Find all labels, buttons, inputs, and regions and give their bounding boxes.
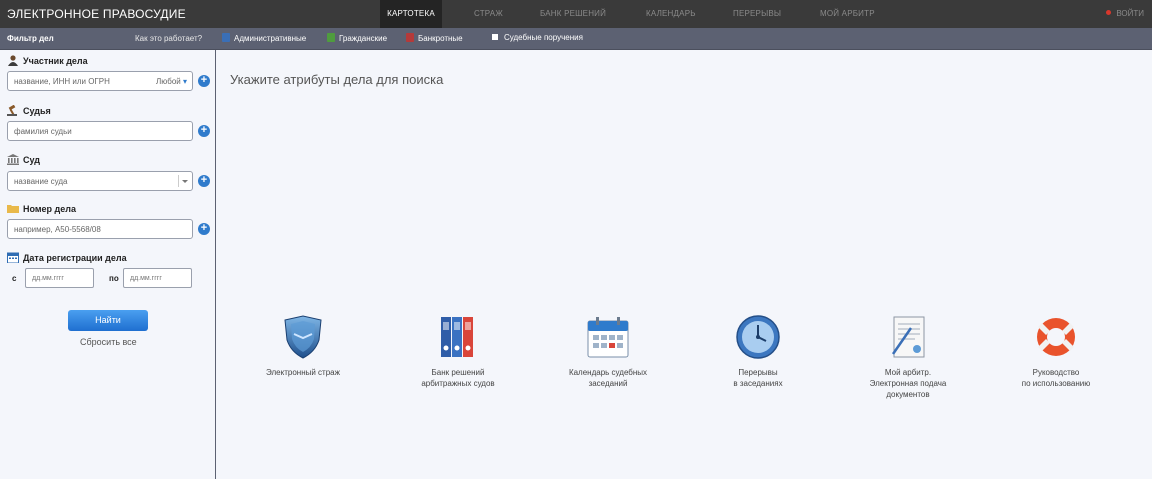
login-label: ВОЙТИ	[1116, 9, 1144, 18]
date-from-input[interactable]: дд.мм.гггг	[25, 268, 94, 288]
judge-section: Судья	[7, 104, 51, 116]
participant-input[interactable]: название, ИНН или ОГРН Любой ▾	[7, 71, 193, 91]
case-type-label: Гражданские	[339, 34, 388, 43]
courthouse-icon	[7, 154, 19, 165]
court-select[interactable]: название суда	[7, 171, 193, 191]
service-my-arbiter[interactable]: Мой арбитр. Электронная подача документо…	[843, 314, 973, 400]
service-breaks[interactable]: Перерывы в заседаниях	[693, 314, 823, 389]
date-to-input[interactable]: дд.мм.гггг	[123, 268, 192, 288]
case-number-input[interactable]: например, А50-5568/08	[7, 219, 193, 239]
binders-icon	[435, 314, 481, 360]
service-label: Руководство по использованию	[1021, 368, 1091, 388]
case-number-placeholder: например, А50-5568/08	[14, 225, 101, 234]
court-orders-checkbox-icon	[492, 34, 498, 40]
shield-icon	[280, 314, 326, 360]
case-type-label: Банкротные	[418, 34, 463, 43]
judge-placeholder: фамилия судьи	[14, 127, 72, 136]
service-label: Электронный страж	[266, 368, 340, 377]
administrative-checkbox-icon	[222, 33, 230, 42]
calendar-icon	[585, 314, 631, 360]
brand-title[interactable]: ЭЛЕКТРОННОЕ ПРАВОСУДИЕ	[7, 7, 186, 21]
judge-label: Судья	[23, 106, 51, 116]
case-type-bankruptcy[interactable]: Банкротные	[406, 33, 463, 43]
case-type-administrative[interactable]: Административные	[222, 33, 306, 43]
document-icon	[885, 314, 931, 360]
calendar-small-icon	[7, 252, 19, 264]
clock-icon	[735, 314, 781, 360]
service-decisions-bank[interactable]: Банк решений арбитражных судов	[393, 314, 523, 389]
service-hearing-calendar[interactable]: Календарь судебных заседаний	[543, 314, 673, 389]
person-icon	[8, 55, 18, 66]
lifebuoy-icon	[1033, 314, 1079, 360]
find-button[interactable]: Найти	[68, 310, 148, 331]
service-label: Календарь судебных заседаний	[568, 368, 648, 388]
filter-title: Фильтр дел	[7, 34, 54, 43]
reg-date-section: Дата регистрации дела	[7, 252, 127, 264]
participant-mode-value: Любой	[156, 77, 181, 86]
gavel-icon	[7, 104, 17, 116]
login-link[interactable]: ВОЙТИ	[1106, 0, 1144, 28]
chevron-down-icon: ▾	[182, 77, 187, 86]
service-label: Банк решений арбитражных судов	[421, 368, 495, 388]
filter-bar: Фильтр дел Как это работает? Администрат…	[0, 28, 1152, 50]
add-participant-button[interactable]: +	[198, 75, 210, 87]
participant-label: Участник дела	[23, 56, 88, 66]
participant-mode-select[interactable]: Любой ▾	[156, 77, 187, 86]
case-type-label: Судебные поручения	[504, 33, 583, 42]
participant-placeholder: название, ИНН или ОГРН	[14, 77, 110, 86]
court-section: Суд	[7, 154, 40, 165]
folder-icon	[7, 205, 19, 213]
add-case-number-button[interactable]: +	[198, 223, 210, 235]
reg-date-label: Дата регистрации дела	[23, 253, 127, 263]
civil-checkbox-icon	[327, 33, 335, 42]
service-label: Перерывы в заседаниях	[733, 368, 783, 388]
service-electronic-guard[interactable]: Электронный страж	[238, 314, 368, 378]
participant-section: Участник дела	[7, 55, 88, 66]
case-type-civil[interactable]: Гражданские	[327, 33, 387, 43]
dropdown-arrow-icon[interactable]	[178, 175, 189, 187]
date-from-label: с	[12, 274, 17, 283]
service-user-guide[interactable]: Руководство по использованию	[991, 314, 1121, 389]
nav-item-moy-arbitr[interactable]: МОЙ АРБИТР	[820, 0, 875, 28]
service-label: Мой арбитр. Электронная подача документо…	[869, 368, 947, 399]
case-number-section: Номер дела	[7, 203, 76, 214]
top-navbar: ЭЛЕКТРОННОЕ ПРАВОСУДИЕ КАРТОТЕКА СТРАЖ Б…	[0, 0, 1152, 28]
how-it-works-link[interactable]: Как это работает?	[135, 34, 202, 43]
add-judge-button[interactable]: +	[198, 125, 210, 137]
add-court-button[interactable]: +	[198, 175, 210, 187]
court-label: Суд	[23, 155, 40, 165]
case-type-label: Административные	[234, 34, 307, 43]
nav-item-strazh[interactable]: СТРАЖ	[474, 0, 503, 28]
nav-item-bank-resheniy[interactable]: БАНК РЕШЕНИЙ	[540, 0, 606, 28]
judge-input[interactable]: фамилия судьи	[7, 121, 193, 141]
nav-item-kartoteka[interactable]: КАРТОТЕКА	[380, 0, 442, 28]
bankruptcy-checkbox-icon	[406, 33, 414, 42]
court-placeholder: название суда	[14, 177, 68, 186]
login-dot-icon	[1106, 10, 1112, 15]
date-to-label: по	[109, 274, 119, 283]
filter-panel: Участник дела название, ИНН или ОГРН Люб…	[0, 50, 216, 479]
search-prompt: Укажите атрибуты дела для поиска	[230, 72, 444, 87]
case-type-court-orders[interactable]: Судебные поручения	[492, 33, 583, 42]
case-number-label: Номер дела	[23, 204, 76, 214]
nav-item-kalendar[interactable]: КАЛЕНДАРЬ	[646, 0, 696, 28]
reset-all-link[interactable]: Сбросить все	[80, 337, 137, 347]
nav-item-pereryvy[interactable]: ПЕРЕРЫВЫ	[733, 0, 781, 28]
